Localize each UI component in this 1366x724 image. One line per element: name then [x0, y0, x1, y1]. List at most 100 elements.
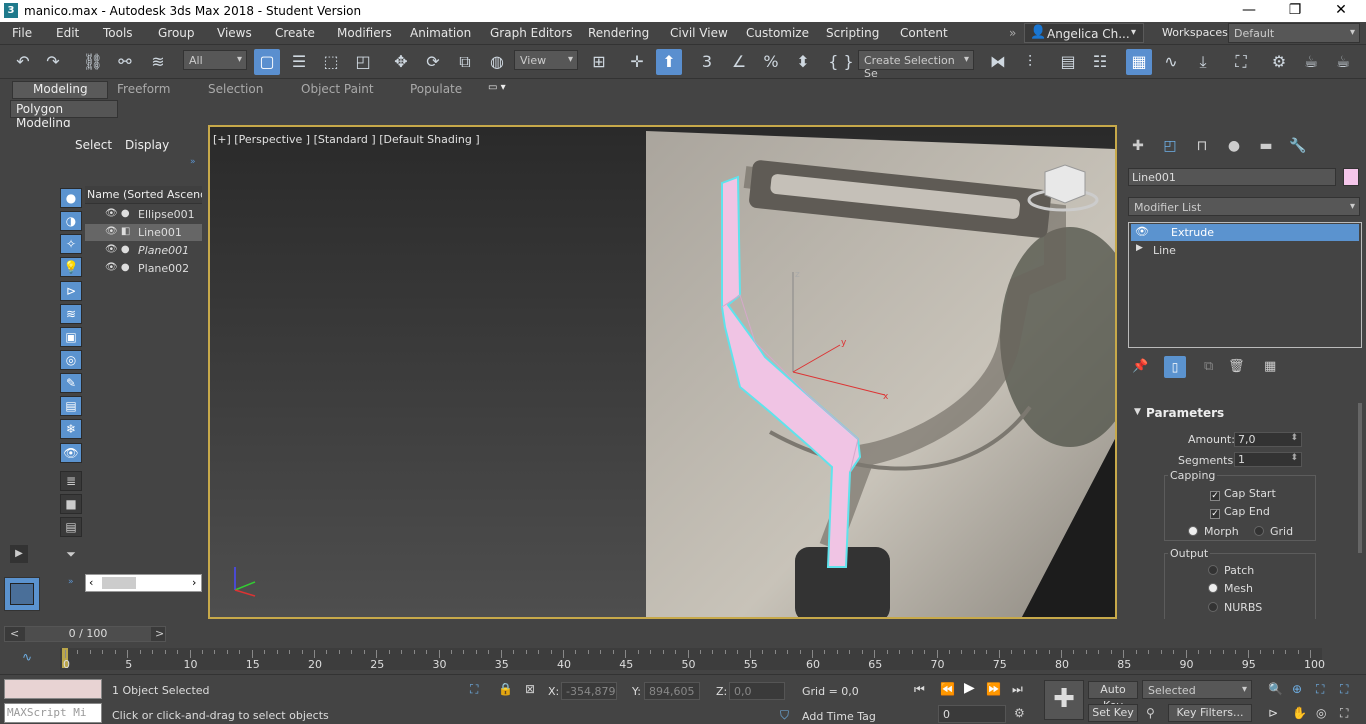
configure-modifier-sets-icon[interactable]: ▦: [1264, 359, 1276, 374]
menu-graph-editors[interactable]: Graph Editors: [490, 26, 572, 40]
scene-expand-lower-icon[interactable]: »: [68, 577, 74, 587]
align-icon[interactable]: ⫶: [1017, 49, 1043, 75]
orbit-icon[interactable]: ◎: [1316, 706, 1326, 720]
absolute-mode-icon[interactable]: ⊠: [525, 682, 535, 696]
segments-spinner[interactable]: 1: [1234, 452, 1302, 467]
mirror-icon[interactable]: ⧓: [985, 49, 1011, 75]
display-visibility-icon[interactable]: 👁: [60, 443, 82, 463]
eye-icon[interactable]: 👁 ◧: [105, 226, 130, 237]
scrollbar-thumb[interactable]: [102, 577, 136, 589]
display-list-icon[interactable]: ≣: [60, 471, 82, 491]
menu-animation[interactable]: Animation: [410, 26, 471, 40]
selection-lock-icon[interactable]: 🔒: [498, 682, 513, 696]
render-production-icon[interactable]: ☕: [1330, 49, 1356, 75]
scene-item-line001[interactable]: 👁 ◧ Line001: [85, 224, 202, 241]
isolate-selection-icon[interactable]: ⛶: [470, 682, 478, 697]
hierarchy-tab-icon[interactable]: ⊓: [1190, 138, 1214, 158]
display-helpers-icon[interactable]: ≋: [60, 304, 82, 324]
pin-stack-icon[interactable]: 📌: [1132, 359, 1148, 374]
menu-rendering[interactable]: Rendering: [588, 26, 649, 40]
ribbon-tab-populate[interactable]: Populate: [410, 82, 462, 96]
undo-icon[interactable]: ↶: [10, 49, 36, 75]
zoom-icon[interactable]: 🔍: [1268, 682, 1283, 696]
spinner-snap-icon[interactable]: ⬍: [790, 49, 816, 75]
next-frame-icon[interactable]: ⏩: [986, 682, 1001, 696]
unlink-icon[interactable]: ⚯: [112, 49, 138, 75]
eye-icon[interactable]: 👁 ●: [105, 208, 130, 219]
workspace-dropdown[interactable]: Default: [1228, 23, 1360, 43]
previous-frame-icon[interactable]: ⏪: [940, 682, 955, 696]
modifier-list-dropdown[interactable]: Modifier List: [1128, 197, 1360, 216]
time-slider[interactable]: < 0 / 100 >: [4, 626, 166, 642]
display-geometry-icon[interactable]: ◑: [60, 211, 82, 231]
named-selection-set-dropdown[interactable]: Create Selection Se: [858, 50, 974, 80]
maxscript-input[interactable]: MAXScript Mi: [4, 703, 102, 723]
expand-icon[interactable]: »: [190, 157, 196, 167]
rotate-icon[interactable]: ⟳: [420, 49, 446, 75]
display-cameras-icon[interactable]: ⊳: [60, 281, 82, 301]
key-filters-button[interactable]: Key Filters...: [1168, 704, 1252, 722]
curve-editor-icon[interactable]: ∿: [1158, 49, 1184, 75]
menu-file[interactable]: File: [12, 26, 32, 40]
object-color-swatch[interactable]: [1343, 168, 1359, 186]
edit-named-selection-icon[interactable]: { }: [828, 49, 854, 75]
key-mode-dropdown[interactable]: Selected: [1142, 680, 1252, 699]
create-tab-icon[interactable]: ✚: [1126, 138, 1150, 158]
toggle-ribbon-icon[interactable]: ▦: [1126, 49, 1152, 75]
mesh-radio[interactable]: Mesh: [1208, 582, 1253, 595]
layer-explorer-icon[interactable]: ☷: [1087, 49, 1113, 75]
modifier-stack-item-line[interactable]: ▶ Line: [1131, 242, 1359, 259]
zoom-all-icon[interactable]: ⊕: [1292, 682, 1302, 696]
scene-item-plane002[interactable]: 👁 ● Plane002: [85, 260, 202, 277]
placement-icon[interactable]: ◍: [484, 49, 510, 75]
field-of-view-icon[interactable]: ⊳: [1268, 706, 1278, 720]
time-configuration-icon[interactable]: ⚙: [1014, 706, 1025, 720]
menu-scripting[interactable]: Scripting: [826, 26, 879, 40]
patch-radio[interactable]: Patch: [1208, 564, 1254, 577]
scene-list-header[interactable]: Name (Sorted Ascending: [85, 186, 202, 204]
grid-radio[interactable]: Grid: [1254, 525, 1293, 538]
angle-snap-icon[interactable]: ∠: [726, 49, 752, 75]
x-coord-field[interactable]: -354,879: [561, 682, 617, 700]
go-to-end-icon[interactable]: ⏭: [1012, 682, 1023, 697]
select-manipulate-icon[interactable]: ✛: [624, 49, 650, 75]
key-filter-icon[interactable]: ⚲: [1146, 706, 1155, 720]
scene-horizontal-scrollbar[interactable]: ‹ ›: [85, 574, 202, 592]
display-xrefs-icon[interactable]: ❄: [60, 419, 82, 439]
select-object-icon[interactable]: ▢: [254, 49, 280, 75]
display-frozen-icon[interactable]: ■: [60, 494, 82, 514]
redo-icon[interactable]: ↷: [40, 49, 66, 75]
time-slider-frame[interactable]: 0 / 100: [25, 627, 151, 641]
selection-filter-dropdown[interactable]: All: [183, 50, 247, 70]
ribbon-tab-selection[interactable]: Selection: [208, 82, 263, 96]
snaps-toggle-icon[interactable]: 3: [694, 49, 720, 75]
auto-key-button[interactable]: Auto Key: [1088, 681, 1138, 712]
ribbon-tab-freeform[interactable]: Freeform: [117, 82, 170, 96]
display-layer-icon[interactable]: ▤: [60, 517, 82, 537]
menu-edit[interactable]: Edit: [56, 26, 79, 40]
display-groups-icon[interactable]: ◎: [60, 350, 82, 370]
menu-group[interactable]: Group: [158, 26, 195, 40]
play-toggle-icon[interactable]: ▶: [10, 545, 28, 563]
mini-curve-editor-icon[interactable]: ∿: [22, 650, 32, 664]
morph-radio[interactable]: Morph: [1188, 525, 1239, 538]
display-tab-icon[interactable]: ▬: [1254, 138, 1278, 158]
bind-space-warp-icon[interactable]: ≋: [145, 49, 171, 75]
viewport-layout-button[interactable]: [4, 577, 40, 611]
display-shapes-icon[interactable]: ✧: [60, 234, 82, 254]
time-tag-icon[interactable]: ⛉: [780, 708, 789, 723]
go-to-start-icon[interactable]: ⏮: [914, 682, 925, 697]
utilities-tab-icon[interactable]: 🔧: [1286, 138, 1310, 158]
set-key-button[interactable]: Set Key: [1088, 704, 1138, 722]
y-coord-field[interactable]: 894,605: [644, 682, 700, 700]
viewcube-icon[interactable]: [1044, 164, 1086, 204]
z-coord-field[interactable]: 0,0: [729, 682, 785, 700]
visibility-eye-icon[interactable]: 👁: [1135, 225, 1149, 238]
scene-tab-select[interactable]: Select: [75, 138, 112, 152]
zoom-extents-all-icon[interactable]: ⛶: [1340, 682, 1348, 697]
display-spacewarps-icon[interactable]: ▣: [60, 327, 82, 347]
percent-snap-icon[interactable]: %: [758, 49, 784, 75]
scroll-left-icon[interactable]: ‹: [89, 576, 93, 589]
set-keys-icon[interactable]: ✚: [1044, 680, 1084, 720]
ribbon-tab-object-paint[interactable]: Object Paint: [301, 82, 374, 96]
